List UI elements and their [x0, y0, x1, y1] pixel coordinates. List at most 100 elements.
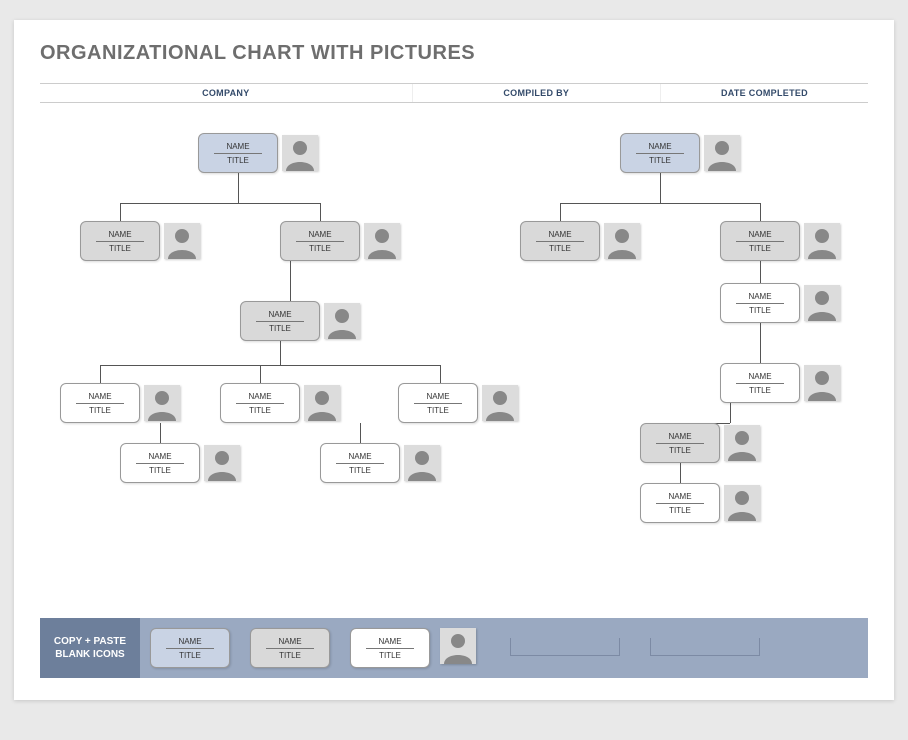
meta-date-completed: DATE COMPLETED: [661, 84, 868, 102]
sample-card-white[interactable]: NAME TITLE: [350, 628, 430, 668]
avatar-icon: [204, 445, 240, 481]
meta-compiled-by: COMPILED BY: [413, 84, 661, 102]
node-name: NAME: [348, 452, 371, 463]
node-title: TITLE: [227, 154, 249, 165]
node-title: TITLE: [649, 154, 671, 165]
node-a2c[interactable]: NAME TITLE: [240, 301, 320, 341]
footer-empty-slot: [510, 638, 620, 656]
connector: [100, 365, 101, 383]
avatar-icon: [282, 135, 318, 171]
node-g2[interactable]: NAME TITLE: [220, 383, 300, 423]
node-name: NAME: [178, 637, 201, 648]
avatar-icon: [724, 485, 760, 521]
node-topA[interactable]: NAME TITLE: [198, 133, 278, 173]
avatar-icon: [724, 425, 760, 461]
node-title: TITLE: [249, 404, 271, 415]
node-title: TITLE: [309, 242, 331, 253]
node-name: NAME: [426, 392, 449, 403]
node-name: NAME: [668, 432, 691, 443]
node-title: TITLE: [749, 304, 771, 315]
node-g1[interactable]: NAME TITLE: [60, 383, 140, 423]
sample-card-blue[interactable]: NAME TITLE: [150, 628, 230, 668]
node-name: NAME: [148, 452, 171, 463]
node-title: TITLE: [549, 242, 571, 253]
footer-empty-slot: [650, 638, 760, 656]
connector: [660, 173, 661, 203]
node-name: NAME: [108, 230, 131, 241]
node-name: NAME: [378, 637, 401, 648]
node-name: NAME: [668, 492, 691, 503]
node-title: TITLE: [149, 464, 171, 475]
node-b2d[interactable]: NAME TITLE: [640, 483, 720, 523]
node-title: TITLE: [349, 464, 371, 475]
org-chart-canvas: NAME TITLE NAME TITLE NAME TITLE NAME TI: [40, 103, 868, 573]
connector: [238, 173, 239, 203]
avatar-icon: [704, 135, 740, 171]
node-title: TITLE: [269, 322, 291, 333]
sample-card-grey[interactable]: NAME TITLE: [250, 628, 330, 668]
node-title: TITLE: [749, 242, 771, 253]
node-title: TITLE: [89, 404, 111, 415]
connector: [100, 365, 440, 366]
node-b2a[interactable]: NAME TITLE: [720, 283, 800, 323]
avatar-icon: [804, 365, 840, 401]
connector: [290, 261, 291, 301]
sample-avatar-icon[interactable]: [440, 628, 476, 664]
avatar-icon: [804, 285, 840, 321]
connector: [320, 203, 321, 221]
footer-samples: NAME TITLE NAME TITLE NAME TITLE: [140, 618, 868, 678]
node-b2c[interactable]: NAME TITLE: [640, 423, 720, 463]
footer-label-line1: COPY + PASTE: [54, 635, 126, 648]
node-b1[interactable]: NAME TITLE: [520, 221, 600, 261]
node-name: NAME: [648, 142, 671, 153]
footer-label-line2: BLANK ICONS: [55, 648, 124, 661]
node-name: NAME: [278, 637, 301, 648]
node-name: NAME: [248, 392, 271, 403]
connector: [760, 203, 761, 221]
node-a2[interactable]: NAME TITLE: [280, 221, 360, 261]
footer-label: COPY + PASTE BLANK ICONS: [40, 618, 140, 678]
avatar-icon: [164, 223, 200, 259]
node-name: NAME: [748, 230, 771, 241]
connector: [260, 365, 261, 383]
node-title: TITLE: [109, 242, 131, 253]
node-topB[interactable]: NAME TITLE: [620, 133, 700, 173]
node-title: TITLE: [669, 444, 691, 455]
footer-strip: COPY + PASTE BLANK ICONS NAME TITLE NAME…: [40, 618, 868, 678]
node-g4[interactable]: NAME TITLE: [120, 443, 200, 483]
node-b2[interactable]: NAME TITLE: [720, 221, 800, 261]
connector: [280, 341, 281, 365]
meta-row: COMPANY COMPILED BY DATE COMPLETED: [40, 83, 868, 103]
node-name: NAME: [748, 292, 771, 303]
avatar-icon: [604, 223, 640, 259]
node-title: TITLE: [749, 384, 771, 395]
connector: [560, 203, 561, 221]
page: ORGANIZATIONAL CHART WITH PICTURES COMPA…: [14, 20, 894, 700]
node-name: NAME: [226, 142, 249, 153]
page-title: ORGANIZATIONAL CHART WITH PICTURES: [40, 42, 868, 65]
node-title: TITLE: [669, 504, 691, 515]
node-name: NAME: [308, 230, 331, 241]
node-name: NAME: [748, 372, 771, 383]
connector: [440, 365, 441, 383]
connector: [680, 463, 681, 483]
avatar-icon: [804, 223, 840, 259]
connector: [760, 323, 761, 363]
node-title: TITLE: [379, 649, 401, 660]
node-b2b[interactable]: NAME TITLE: [720, 363, 800, 403]
node-a1[interactable]: NAME TITLE: [80, 221, 160, 261]
node-g5[interactable]: NAME TITLE: [320, 443, 400, 483]
connector: [160, 423, 161, 443]
avatar-icon: [482, 385, 518, 421]
node-g3[interactable]: NAME TITLE: [398, 383, 478, 423]
node-name: NAME: [548, 230, 571, 241]
node-name: NAME: [268, 310, 291, 321]
connector: [560, 203, 760, 204]
node-name: NAME: [88, 392, 111, 403]
avatar-icon: [304, 385, 340, 421]
avatar-icon: [324, 303, 360, 339]
connector: [360, 423, 361, 443]
connector: [120, 203, 121, 221]
connector: [120, 203, 320, 204]
connector: [730, 403, 731, 423]
